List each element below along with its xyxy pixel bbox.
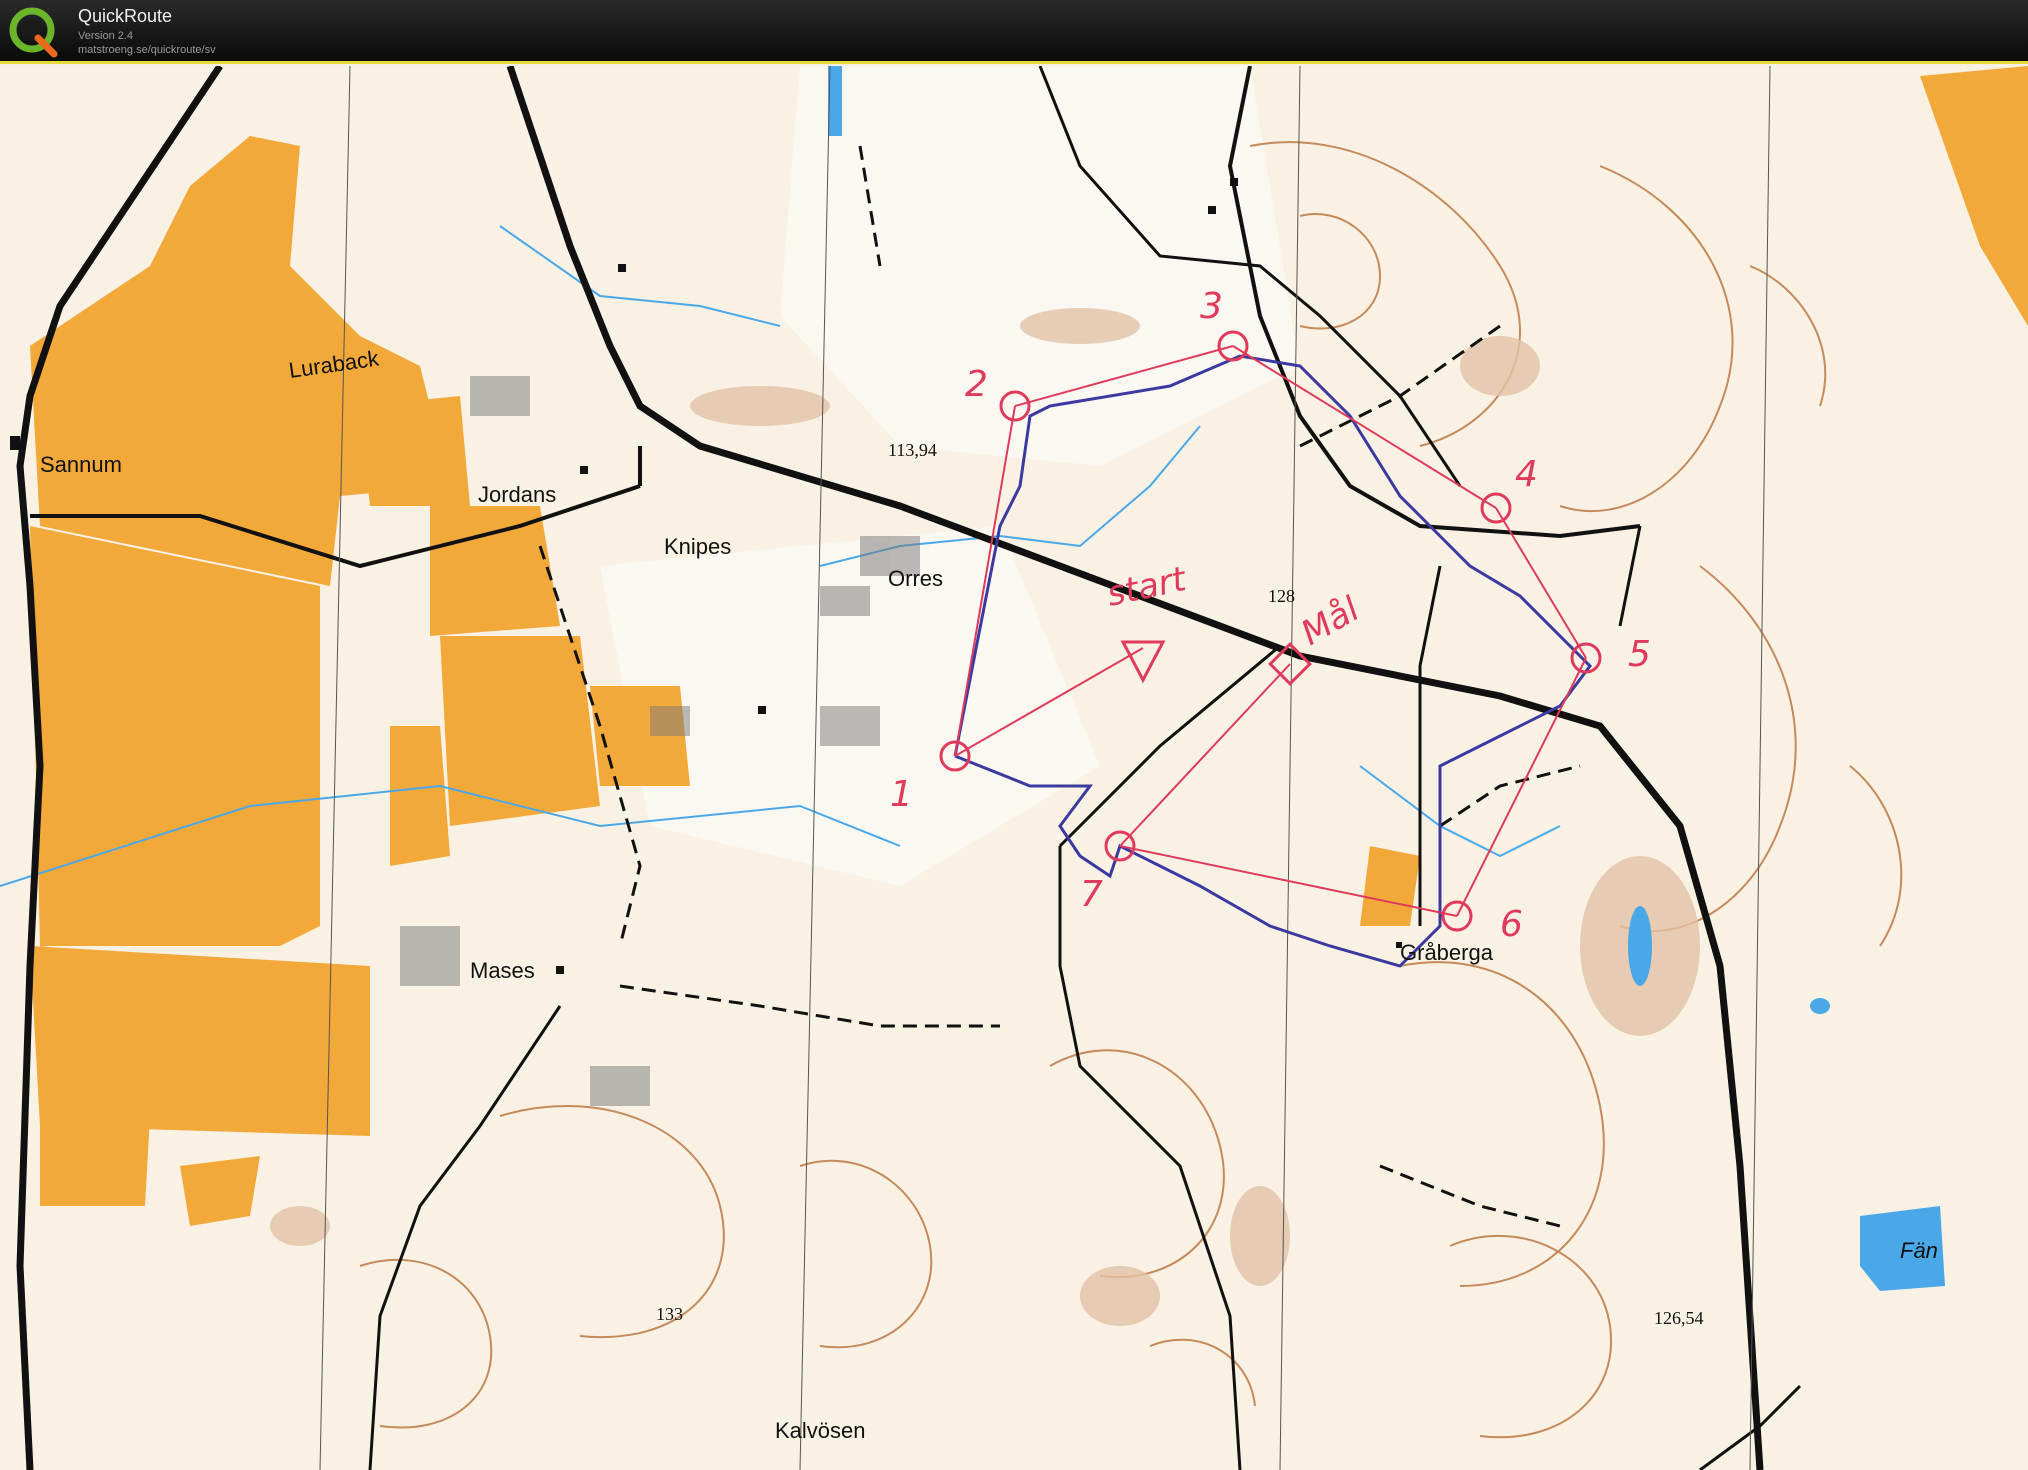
quickroute-q-logo-icon	[9, 7, 58, 58]
place-name: Mases	[470, 958, 535, 983]
spot-height: 113,94	[888, 440, 937, 460]
app-version: Version 2.4	[78, 30, 134, 42]
map-view[interactable]: 1 2 3 4 5 6 7 start Mål Luraback Sannum …	[0, 66, 2028, 1470]
quickroute-window: QuickRoute Version 2.4 matstroeng.se/qui…	[0, 0, 2028, 1470]
place-name: Gråberga	[1400, 940, 1494, 965]
app-title: QuickRoute	[78, 6, 173, 26]
place-name: Knipes	[664, 534, 731, 559]
control-number: 5	[1628, 634, 1651, 675]
control-number: 7	[1080, 874, 1103, 915]
orienteering-map[interactable]: 1 2 3 4 5 6 7 start Mål Luraback Sannum …	[0, 66, 2028, 1470]
title-bar: QuickRoute Version 2.4 matstroeng.se/qui…	[0, 0, 2028, 64]
place-name: Fän	[1900, 1238, 1938, 1263]
spot-height: 126,54	[1654, 1308, 1704, 1328]
place-name: Orres	[888, 566, 943, 591]
control-number: 6	[1500, 904, 1523, 945]
place-name: Kalvösen	[775, 1418, 866, 1443]
control-number: 3	[1200, 286, 1223, 327]
control-number: 2	[965, 364, 988, 405]
place-name: Jordans	[478, 482, 556, 507]
spot-height: 133	[656, 1304, 683, 1324]
app-url: matstroeng.se/quickroute/sv	[78, 44, 216, 56]
place-name: Sannum	[40, 452, 122, 477]
control-number: 1	[890, 774, 913, 815]
spot-height: 128	[1268, 586, 1295, 606]
control-number: 4	[1515, 454, 1538, 495]
